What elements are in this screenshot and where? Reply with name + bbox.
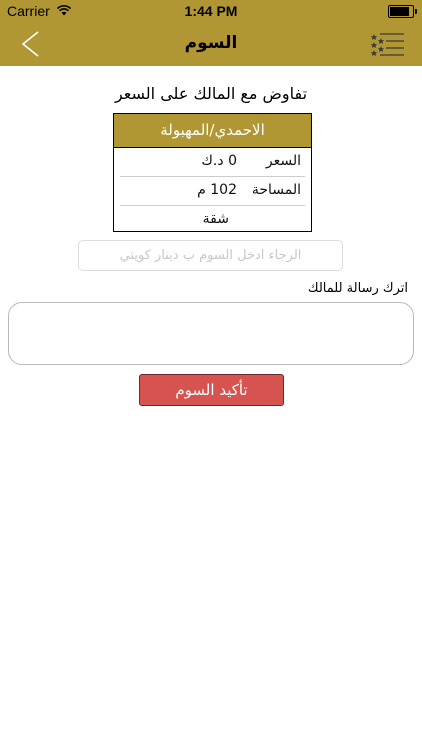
price-row: السعر 0 د.ك (120, 148, 305, 177)
negotiate-heading: تفاوض مع المالك على السعر (114, 84, 308, 103)
starred-list-menu-icon (370, 33, 404, 56)
type-row: شقة (120, 206, 305, 234)
property-location: الاحمدي/المهبولة (114, 114, 311, 148)
property-type: شقة (202, 211, 229, 227)
battery-level (390, 7, 409, 16)
confirm-offer-button[interactable]: تأكيد السوم (139, 374, 284, 406)
property-card: الاحمدي/المهبولة السعر 0 د.ك المساحة 102… (113, 113, 312, 232)
menu-button[interactable] (370, 30, 404, 60)
message-label: اترك رسالة للمالك (307, 281, 408, 296)
area-label: المساحة (251, 182, 301, 198)
message-textarea[interactable] (8, 302, 414, 365)
status-bar: Carrier 1:44 PM (0, 0, 422, 22)
page-title: السوم (184, 33, 238, 53)
offer-amount-input[interactable] (78, 240, 343, 271)
price-value: 0 د.ك (201, 153, 237, 169)
area-row: المساحة 102 م (120, 177, 305, 206)
battery-icon (388, 5, 417, 18)
price-label: السعر (265, 153, 301, 169)
clock: 1:44 PM (184, 3, 238, 19)
area-value: 102 م (197, 182, 237, 198)
navigation-bar: السوم (0, 22, 422, 66)
